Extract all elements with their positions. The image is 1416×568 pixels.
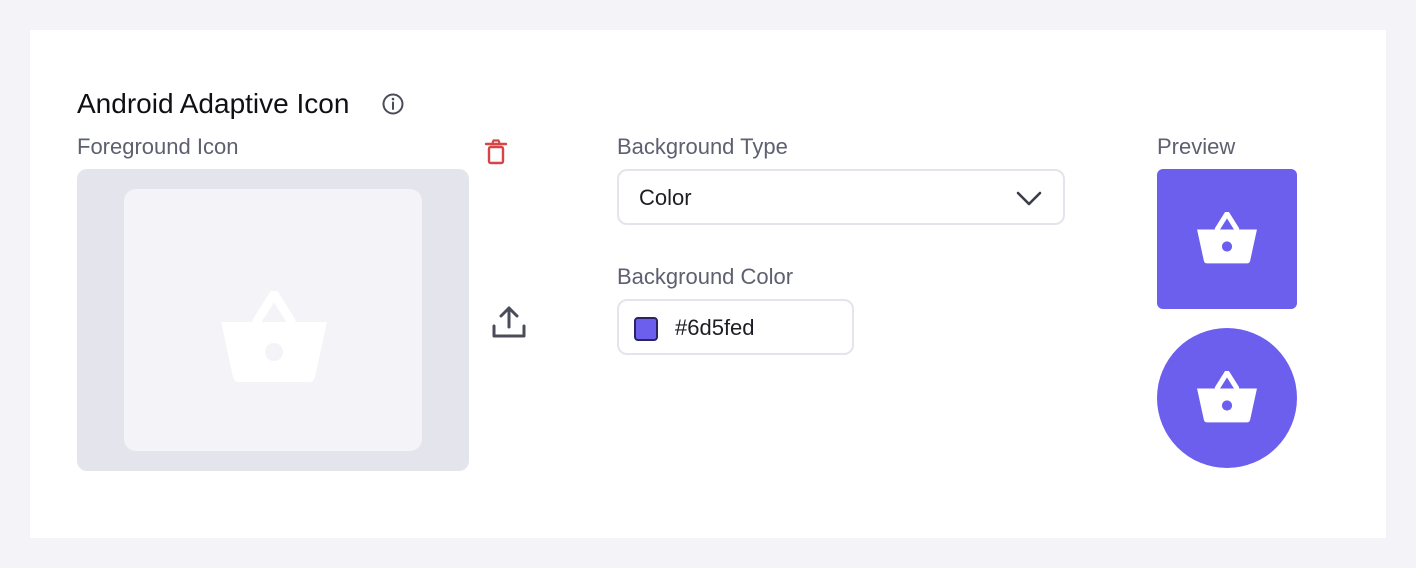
shopping-basket-icon [1197,212,1257,264]
upload-icon[interactable] [491,304,527,340]
shopping-basket-icon [1197,371,1257,423]
background-type-select[interactable]: Color [617,169,1065,225]
preview-round-icon [1157,328,1297,468]
foreground-safe-zone [124,189,422,451]
shopping-basket-icon [221,291,327,382]
preview-label: Preview [1157,134,1236,159]
preview-square-icon [1157,169,1297,309]
background-type-value: Color [639,185,692,210]
background-color-field [617,299,854,355]
foreground-icon-dropzone[interactable] [77,169,469,471]
foreground-icon-label: Foreground Icon [77,134,239,159]
section-title: Android Adaptive Icon [77,88,350,119]
background-type-label: Background Type [617,134,788,159]
info-circle-icon[interactable] [380,91,406,117]
background-color-label: Background Color [617,264,794,289]
trash-icon[interactable] [484,138,508,166]
chevron-down-icon [1016,191,1042,206]
background-color-input[interactable] [675,314,835,342]
color-swatch[interactable] [634,317,658,341]
